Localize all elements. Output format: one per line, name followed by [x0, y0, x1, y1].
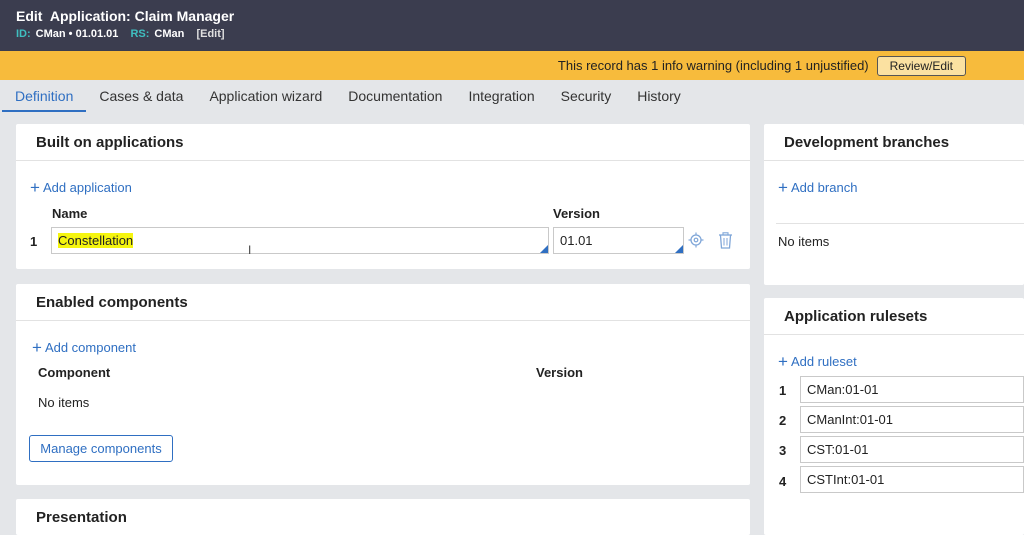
presentation-panel: Presentation — [16, 499, 750, 535]
ruleset-input[interactable]: CManInt:01-01 — [800, 406, 1024, 433]
application-version-value: 01.01 — [560, 233, 593, 248]
add-application-label: Add application — [42, 180, 132, 195]
application-version-input[interactable]: 01.01 — [553, 227, 684, 254]
plus-icon: + — [30, 178, 40, 197]
id-label: ID: — [16, 28, 31, 40]
add-branch-link[interactable]: + Add branch — [778, 178, 858, 197]
ruleset-value: CST:01-01 — [807, 442, 869, 457]
branches-title: Development branches — [764, 124, 1024, 161]
enabled-components-panel: Enabled components + Add component Compo… — [16, 284, 750, 485]
record-header: Edit Application: Claim Manager ID: CMan … — [0, 0, 1024, 51]
add-branch-label: Add branch — [790, 180, 858, 195]
edit-ruleset-link[interactable]: [Edit] — [196, 28, 224, 40]
target-icon[interactable] — [688, 232, 704, 248]
components-empty-text: No items — [38, 395, 90, 410]
plus-icon: + — [778, 178, 788, 197]
ruleset-value: CSTInt:01-01 — [807, 472, 885, 487]
ruleset-row-number: 4 — [779, 474, 787, 489]
application-rulesets-panel: Application rulesets + Add ruleset 1 CMa… — [764, 298, 1024, 535]
column-header-version: Version — [553, 206, 600, 221]
presentation-title: Presentation — [36, 509, 127, 526]
add-application-link[interactable]: + Add application — [30, 178, 132, 197]
column-header-name: Name — [52, 206, 88, 221]
autocomplete-corner-icon — [675, 245, 683, 253]
tab-security[interactable]: Security — [548, 80, 625, 112]
ruleset-row-number: 3 — [779, 443, 787, 458]
review-edit-button[interactable]: Review/Edit — [876, 55, 966, 76]
ruleset-row-number: 1 — [779, 383, 787, 398]
built-on-title: Built on applications — [16, 124, 750, 161]
column-header-component: Component — [38, 365, 111, 380]
tab-cases-data[interactable]: Cases & data — [86, 80, 196, 112]
autocomplete-corner-icon — [540, 245, 548, 253]
tab-definition[interactable]: Definition — [2, 80, 87, 112]
ruleset-row-number: 2 — [779, 413, 787, 428]
rs-value: CMan — [154, 28, 185, 40]
page-title: Edit Application: Claim Manager — [16, 8, 1008, 24]
header-mode: Edit — [16, 8, 43, 24]
development-branches-panel: Development branches + Add branch No ite… — [764, 124, 1024, 285]
rulesets-title: Application rulesets — [764, 298, 1024, 335]
add-component-link[interactable]: + Add component — [32, 338, 137, 357]
row-number: 1 — [30, 234, 38, 249]
ruleset-value: CManInt:01-01 — [807, 412, 893, 427]
header-meta: ID: CMan • 01.01.01 RS: CMan [Edit] — [16, 28, 1008, 40]
id-value: CMan • 01.01.01 — [35, 28, 119, 40]
manage-components-button[interactable]: Manage components — [29, 435, 173, 462]
application-name-input[interactable]: Constellation — [51, 227, 549, 254]
built-on-applications-panel: Built on applications + Add application … — [16, 124, 750, 269]
add-ruleset-label: Add ruleset — [790, 354, 857, 369]
ruleset-input[interactable]: CMan:01-01 — [800, 376, 1024, 403]
tab-history[interactable]: History — [624, 80, 694, 112]
rs-label: RS: — [130, 28, 150, 40]
add-component-label: Add component — [44, 340, 137, 355]
ruleset-input[interactable]: CST:01-01 — [800, 436, 1024, 463]
warning-bar: This record has 1 info warning (includin… — [0, 51, 1024, 80]
trash-icon[interactable] — [718, 232, 733, 249]
add-ruleset-link[interactable]: + Add ruleset — [778, 352, 857, 371]
branches-divider — [776, 223, 1024, 224]
text-cursor-icon: I — [248, 243, 252, 257]
column-header-version: Version — [536, 365, 583, 380]
tab-application-wizard[interactable]: Application wizard — [196, 80, 335, 112]
application-name-value: Constellation — [58, 233, 134, 248]
ruleset-value: CMan:01-01 — [807, 382, 879, 397]
branches-empty-text: No items — [778, 234, 830, 249]
plus-icon: + — [32, 338, 42, 357]
ruleset-input[interactable]: CSTInt:01-01 — [800, 466, 1024, 493]
header-title: Application: Claim Manager — [49, 8, 235, 24]
warning-text: This record has 1 info warning (includin… — [557, 58, 869, 73]
components-title: Enabled components — [16, 284, 750, 321]
plus-icon: + — [778, 352, 788, 371]
tab-integration[interactable]: Integration — [455, 80, 547, 112]
tab-documentation[interactable]: Documentation — [335, 80, 455, 112]
tab-bar: Definition Cases & data Application wiza… — [0, 80, 1024, 112]
